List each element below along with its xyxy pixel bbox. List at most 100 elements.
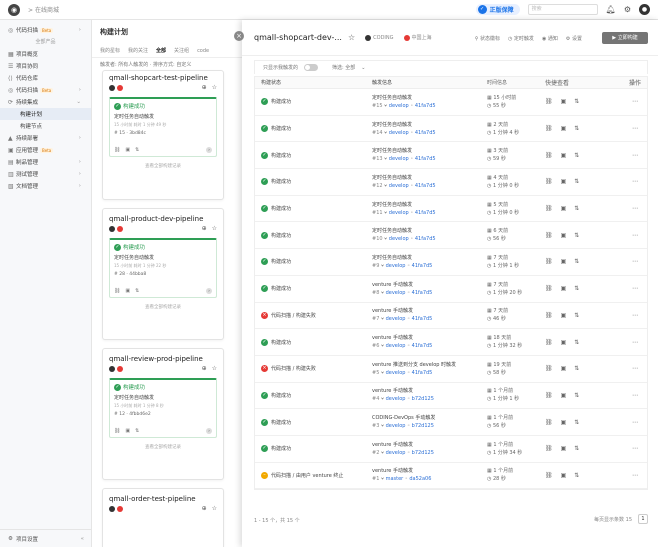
- commit-link[interactable]: b72d125: [412, 450, 434, 456]
- star-icon[interactable]: ☆: [212, 365, 217, 372]
- pipeline-card[interactable]: qmall-review-prod-pipeline ⊕ ☆ ✓ 构建成功 定时任务…: [102, 348, 224, 480]
- collapse-icon[interactable]: «: [81, 536, 84, 542]
- merge-icon[interactable]: ⇅: [574, 152, 579, 159]
- sidebar-item-app[interactable]: ▣ 应用管理 Beta: [0, 144, 91, 156]
- pipeline-card[interactable]: qmall-order-test-pipeline ⊕ ☆: [102, 488, 224, 547]
- artifact-icon[interactable]: ▣: [561, 339, 567, 346]
- more-icon[interactable]: ⋯: [625, 472, 645, 479]
- tab-group[interactable]: 关注组: [174, 47, 189, 54]
- artifact-icon[interactable]: ▣: [561, 178, 567, 185]
- run-icon[interactable]: ⊕: [202, 505, 207, 512]
- run-icon[interactable]: ⊕: [202, 365, 207, 372]
- schedule-link[interactable]: ◷ 定时触发: [508, 35, 534, 42]
- artifact-icon[interactable]: ▣: [125, 288, 130, 294]
- merge-icon[interactable]: ⇅: [574, 472, 579, 479]
- table-row[interactable]: ✓ 构建成功 定时任务自动触发 #11 ⑂ develop ◦ 41fa7d5 ▦ …: [255, 196, 647, 223]
- artifact-icon[interactable]: ▣: [561, 258, 567, 265]
- merge-icon[interactable]: ⇅: [574, 125, 579, 132]
- pipeline-card[interactable]: qmall-shopcart-test-pipeline ⊕ ☆ ✓ 构建成功 定时…: [102, 70, 224, 200]
- branch-link[interactable]: develop: [386, 290, 406, 296]
- table-row[interactable]: ✓ 构建成功 定时任务自动触发 #13 ⑂ develop ◦ 41fa7d5 ▦ …: [255, 142, 647, 170]
- sidebar-item-code-scan-top[interactable]: ◎ 代码扫描 Beta ›: [0, 24, 91, 36]
- commit-link[interactable]: 41fa7d5: [412, 290, 433, 296]
- latest-build[interactable]: ✓ 构建成功 定时任务自动触发 15 小时前 耗时 1 分钟 49 秒 # 15 …: [109, 97, 217, 157]
- commit-link[interactable]: 41fa7d5: [415, 183, 436, 189]
- artifact-icon[interactable]: ▣: [561, 152, 567, 159]
- sidebar-item-overview[interactable]: ▦ 项目概览: [0, 48, 91, 60]
- sidebar-item-test[interactable]: ▥ 测试管理 ›: [0, 168, 91, 180]
- artifact-icon[interactable]: ▣: [561, 98, 567, 105]
- run-build-button[interactable]: ▶ 立即构建: [602, 32, 648, 44]
- more-icon[interactable]: ⋯: [625, 205, 645, 212]
- star-icon[interactable]: ☆: [212, 84, 217, 91]
- stages-icon[interactable]: ⛓: [545, 178, 553, 185]
- artifact-icon[interactable]: ▣: [561, 205, 567, 212]
- stages-icon[interactable]: ⛓: [545, 285, 553, 292]
- latest-build[interactable]: ✓ 构建成功 定时任务自动触发 15 小时前 耗时 1 分钟 8 秒 # 12 ·…: [109, 378, 217, 438]
- table-row[interactable]: ✓ 构建成功 venture 手动触发 #8 ⑂ develop ◦ 41fa7d5…: [255, 276, 647, 303]
- star-icon[interactable]: ☆: [212, 505, 217, 512]
- filter-row[interactable]: 触发者: 所有人触发的 · 排序方式: 自定义: [92, 58, 242, 70]
- merge-icon[interactable]: ⇅: [574, 98, 579, 105]
- tab-code[interactable]: code: [197, 48, 209, 54]
- artifact-icon[interactable]: ▣: [561, 445, 567, 452]
- settings-link[interactable]: ⚙ 设置: [566, 35, 582, 42]
- more-icon[interactable]: ⋯: [625, 339, 645, 346]
- more-icon[interactable]: ⋯: [625, 392, 645, 399]
- stages-icon[interactable]: ⛓: [545, 258, 553, 265]
- table-row[interactable]: ✓ 构建成功 定时任务自动触发 #10 ⑂ develop ◦ 41fa7d5 ▦ …: [255, 222, 647, 250]
- merge-icon[interactable]: ⇅: [135, 288, 139, 294]
- stages-icon[interactable]: ⛓: [545, 205, 553, 212]
- artifact-icon[interactable]: ▣: [561, 312, 567, 319]
- pipeline-name[interactable]: qmall-order-test-pipeline: [103, 489, 223, 505]
- more-icon[interactable]: ⋯: [625, 152, 645, 159]
- stages-icon[interactable]: ⛓: [545, 419, 553, 426]
- commit-link[interactable]: 41fa7d5: [415, 156, 436, 162]
- commit-link[interactable]: 41fa7d5: [412, 316, 433, 322]
- page-size-select[interactable]: 每页显示条数 15: [594, 516, 632, 523]
- merge-icon[interactable]: ⇅: [574, 392, 579, 399]
- more-icon[interactable]: ⋯: [625, 98, 645, 105]
- branch-link[interactable]: develop: [386, 370, 406, 376]
- table-row[interactable]: ✓ 构建成功 venture 手动触发 #2 ⑂ develop ◦ b72d125…: [255, 436, 647, 463]
- stages-icon[interactable]: ⛓: [545, 312, 553, 319]
- commit-link[interactable]: b72d125: [412, 396, 434, 402]
- run-icon[interactable]: ⊕: [202, 225, 207, 232]
- branch-link[interactable]: develop: [386, 263, 406, 269]
- tab-starred[interactable]: 我的星标: [100, 47, 120, 54]
- artifact-icon[interactable]: ▣: [561, 232, 567, 239]
- sidebar-item-docs[interactable]: ▧ 文档管理 ›: [0, 180, 91, 192]
- notify-link[interactable]: ◉ 通知: [542, 35, 558, 42]
- artifact-icon[interactable]: ▣: [561, 125, 567, 132]
- branch-link[interactable]: develop: [386, 316, 406, 322]
- search-input[interactable]: 搜索: [527, 4, 598, 15]
- branch-link[interactable]: develop: [386, 423, 406, 429]
- stages-icon[interactable]: ⛓: [114, 147, 120, 153]
- stages-icon[interactable]: ⛓: [545, 392, 553, 399]
- page-button[interactable]: 1: [638, 514, 648, 524]
- commit-link[interactable]: 41fa7d5: [415, 210, 436, 216]
- table-row[interactable]: ✓ 构建成功 venture 手动触发 #4 ⑂ develop ◦ b72d125…: [255, 383, 647, 410]
- merge-icon[interactable]: ⇅: [135, 147, 139, 153]
- merge-icon[interactable]: ⇅: [574, 258, 579, 265]
- chevron-right-icon[interactable]: ›: [206, 428, 212, 434]
- tab-all[interactable]: 全部: [156, 47, 166, 54]
- pipeline-card[interactable]: qmall-product-dev-pipeline ⊕ ☆ ✓ 构建成功 定时任务…: [102, 208, 224, 340]
- stages-icon[interactable]: ⛓: [114, 428, 120, 434]
- stages-icon[interactable]: ⛓: [545, 339, 553, 346]
- branch-link[interactable]: develop: [389, 156, 409, 162]
- table-row[interactable]: ✓ 构建成功 CODING-DevOps 手动触发 #3 ⑂ develop ◦ b…: [255, 409, 647, 436]
- view-all-builds-link[interactable]: 查看全部构建记录: [103, 300, 223, 315]
- stages-icon[interactable]: ⛓: [114, 288, 120, 294]
- branch-link[interactable]: develop: [389, 103, 409, 109]
- merge-icon[interactable]: ⇅: [574, 205, 579, 212]
- commit-link[interactable]: da52a06: [409, 476, 431, 482]
- artifact-icon[interactable]: ▣: [561, 419, 567, 426]
- sidebar-item-artifacts[interactable]: ▤ 制品管理 ›: [0, 156, 91, 168]
- sidebar-item-build-plan[interactable]: 构建计划: [0, 108, 91, 120]
- table-row[interactable]: ✓ 构建成功 定时任务自动触发 #14 ⑂ develop ◦ 41fa7d5 ▦ …: [255, 116, 647, 143]
- my-builds-toggle[interactable]: [304, 64, 319, 71]
- merge-icon[interactable]: ⇅: [135, 428, 139, 434]
- stages-icon[interactable]: ⛓: [545, 365, 553, 372]
- sidebar-item-code-scan[interactable]: ◎ 代码扫描 Beta ›: [0, 84, 91, 96]
